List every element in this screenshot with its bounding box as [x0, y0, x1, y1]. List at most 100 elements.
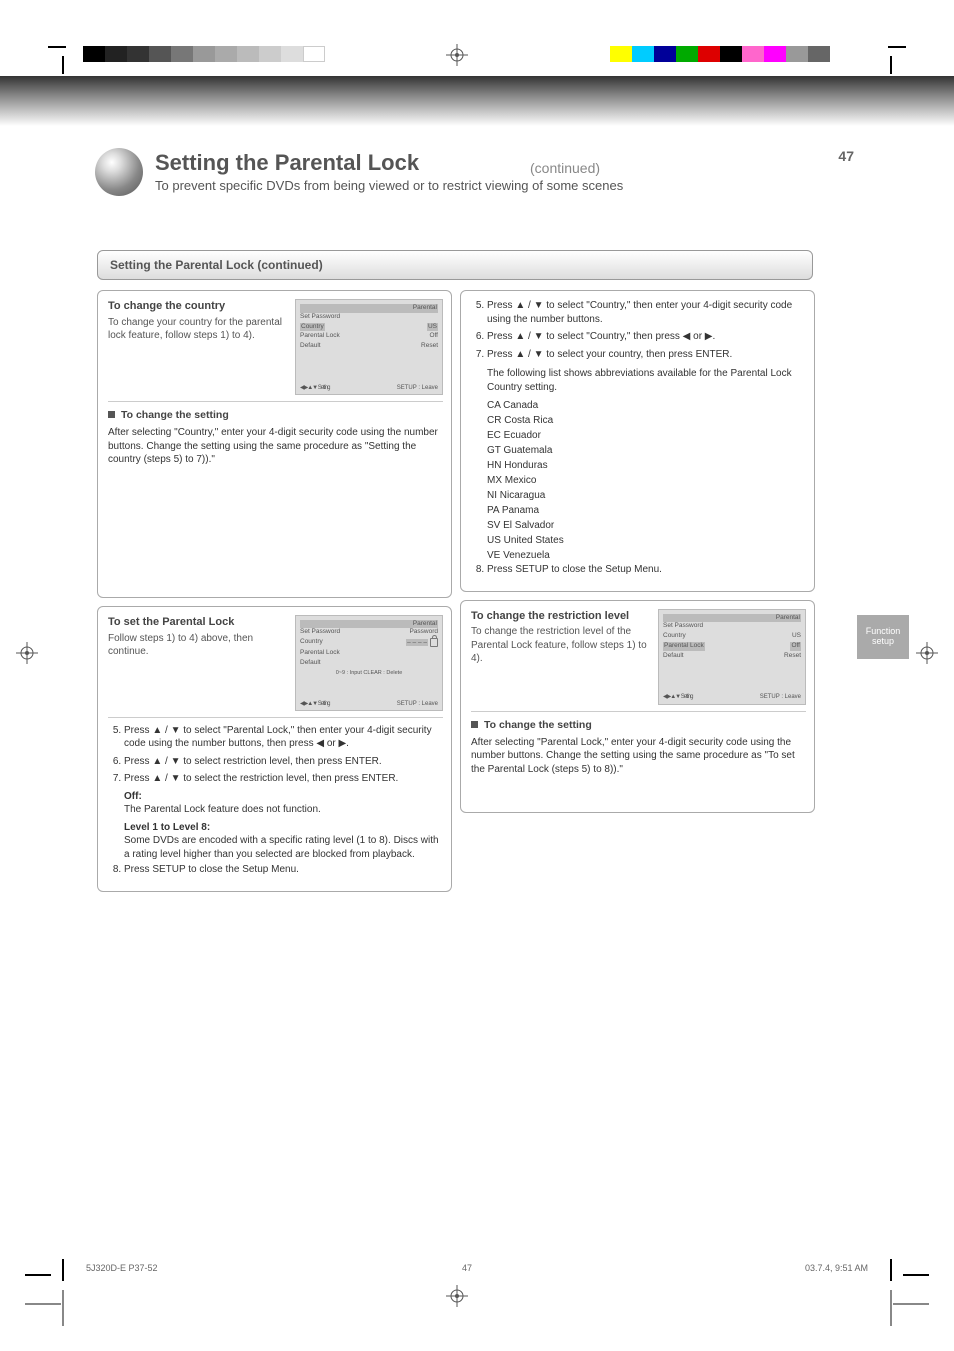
color-swatches	[610, 46, 830, 62]
crop-mark	[62, 1259, 64, 1281]
note-title: To change the setting	[484, 719, 592, 731]
sphere-icon	[95, 148, 143, 196]
osd-screenshot: Parental Set Password CountryUS Parental…	[658, 609, 806, 705]
osd-row-label: Set Password	[300, 628, 340, 637]
osd-nav-right: SETUP : Leave	[397, 384, 438, 392]
panel-country-steps: Press ▲ / ▼ to select "Country," then en…	[460, 290, 815, 592]
list-item: HN Honduras	[487, 458, 806, 473]
square-bullet-icon	[108, 411, 115, 418]
crop-mark	[48, 46, 66, 48]
list-item: Press ▲ / ▼ to select the restriction le…	[124, 772, 443, 786]
page-number: 47	[838, 148, 854, 164]
osd-row-value: Reset	[421, 342, 438, 351]
registration-mark-icon	[916, 642, 938, 664]
section-tab: Function setup	[857, 615, 909, 659]
osd-row-value: US	[427, 323, 438, 332]
osd-nav-left: ◀▶▲▼ Setting	[300, 384, 329, 392]
step-list: Press SETUP to close the Setup Menu.	[108, 863, 443, 877]
osd-row-label: Default	[300, 342, 321, 351]
list-item: GT Guatemala	[487, 443, 806, 458]
list-item: CA Canada	[487, 398, 806, 413]
osd-nav-left: ◀▶▲▼ Setting	[663, 693, 692, 701]
crop-mark	[903, 1274, 929, 1276]
step-list: Press SETUP to close the Setup Menu.	[471, 563, 806, 577]
list-item: EC Ecuador	[487, 428, 806, 443]
crop-mark	[890, 1259, 892, 1281]
registration-mark-icon	[446, 44, 468, 66]
panel-subtext: To change your country for the parental …	[108, 316, 289, 343]
step-list: Press ▲ / ▼ to select "Parental Lock," t…	[108, 724, 443, 786]
osd-screenshot: Parental Set PasswordPassword Country– –…	[295, 615, 443, 711]
list-item: Press ▲ / ▼ to select restriction level,…	[124, 755, 443, 769]
crop-mark	[25, 1303, 61, 1305]
list-item: Press ▲ / ▼ to select "Country," then pr…	[487, 330, 806, 344]
osd-screenshot: Parental Set Password CountryUS Parental…	[295, 299, 443, 395]
osd-row-value: Reset	[784, 652, 801, 661]
footer-doc-tag: 5J320D-E P37-52	[86, 1263, 158, 1273]
level-text: Some DVDs are encoded with a specific ra…	[124, 834, 443, 861]
osd-row-value: Off	[429, 332, 438, 341]
country-list: CA Canada CR Costa Rica EC Ecuador GT Gu…	[487, 398, 806, 563]
step-list: Press ▲ / ▼ to select "Country," then en…	[471, 299, 806, 361]
crop-mark	[25, 1274, 51, 1276]
osd-row-label: Parental Lock	[300, 649, 340, 658]
continued-label: (continued)	[530, 160, 600, 176]
osd-row-label: Country	[663, 632, 686, 641]
osd-row-value: US	[792, 632, 801, 641]
page-subtitle: To prevent specific DVDs from being view…	[155, 178, 623, 193]
note-body: After selecting "Country," enter your 4-…	[108, 426, 443, 467]
panel-heading: To change the country	[108, 299, 289, 314]
crop-mark	[62, 56, 64, 74]
crop-mark	[893, 1303, 929, 1305]
panel-change-country: To change the country To change your cou…	[97, 290, 452, 598]
panel-heading: To change the restriction level	[471, 609, 652, 624]
panel-subtext: Follow steps 1) to 4) above, then contin…	[108, 632, 289, 659]
list-item: CR Costa Rica	[487, 413, 806, 428]
crop-mark	[62, 1290, 64, 1326]
panel-subtext: To change the restriction level of the P…	[471, 625, 652, 666]
osd-row-label: Country	[300, 323, 325, 332]
list-item: Press SETUP to close the Setup Menu.	[487, 563, 806, 577]
list-item: Press ▲ / ▼ to select your country, then…	[487, 348, 806, 362]
osd-title: Parental	[663, 614, 801, 623]
country-list-intro: The following list shows abbreviations a…	[487, 367, 806, 394]
lock-icon	[430, 638, 438, 647]
list-item: Press SETUP to close the Setup Menu.	[124, 863, 443, 877]
panel-change-restriction: To change the restriction level To chang…	[460, 600, 815, 814]
list-item: MX Mexico	[487, 473, 806, 488]
list-item: Press ▲ / ▼ to select "Country," then en…	[487, 299, 806, 326]
off-text: The Parental Lock feature does not funct…	[124, 803, 443, 817]
osd-status-line: 0~9 : Input CLEAR : Delete	[300, 670, 438, 677]
osd-row-label: Country	[300, 638, 323, 648]
list-item: SV El Salvador	[487, 518, 806, 533]
page-title: Setting the Parental Lock	[155, 150, 419, 176]
crop-mark	[890, 56, 892, 74]
osd-row-label: Set Password	[300, 313, 340, 322]
note-title: To change the setting	[121, 409, 229, 421]
osd-password-field: – – – –	[406, 638, 438, 648]
off-label: Off:	[124, 791, 142, 802]
list-item: US United States	[487, 533, 806, 548]
header-gradient	[0, 76, 954, 126]
osd-title: Parental	[300, 620, 438, 629]
osd-nav-right: SETUP : Leave	[760, 693, 801, 701]
osd-row-label: Default	[300, 659, 321, 668]
square-bullet-icon	[471, 721, 478, 728]
note-body: After selecting "Parental Lock," enter y…	[471, 736, 806, 777]
list-item: Press ▲ / ▼ to select "Parental Lock," t…	[124, 724, 443, 751]
crop-mark	[890, 1290, 892, 1326]
section-heading-bar: Setting the Parental Lock (continued)	[97, 250, 813, 280]
registration-mark-icon	[16, 642, 38, 664]
osd-row-label: Set Password	[663, 622, 703, 631]
list-item: PA Panama	[487, 503, 806, 518]
footer-page-number: 47	[462, 1263, 472, 1273]
level-label: Level 1 to Level 8:	[124, 822, 210, 833]
osd-nav-right: SETUP : Leave	[397, 700, 438, 708]
osd-title: Parental	[300, 304, 438, 313]
osd-row-value: Off	[790, 642, 801, 651]
list-item: NI Nicaragua	[487, 488, 806, 503]
crop-mark	[888, 46, 906, 48]
osd-nav-left: ◀▶▲▼ Setting	[300, 700, 329, 708]
list-item: VE Venezuela	[487, 548, 806, 563]
osd-row-label: Default	[663, 652, 684, 661]
